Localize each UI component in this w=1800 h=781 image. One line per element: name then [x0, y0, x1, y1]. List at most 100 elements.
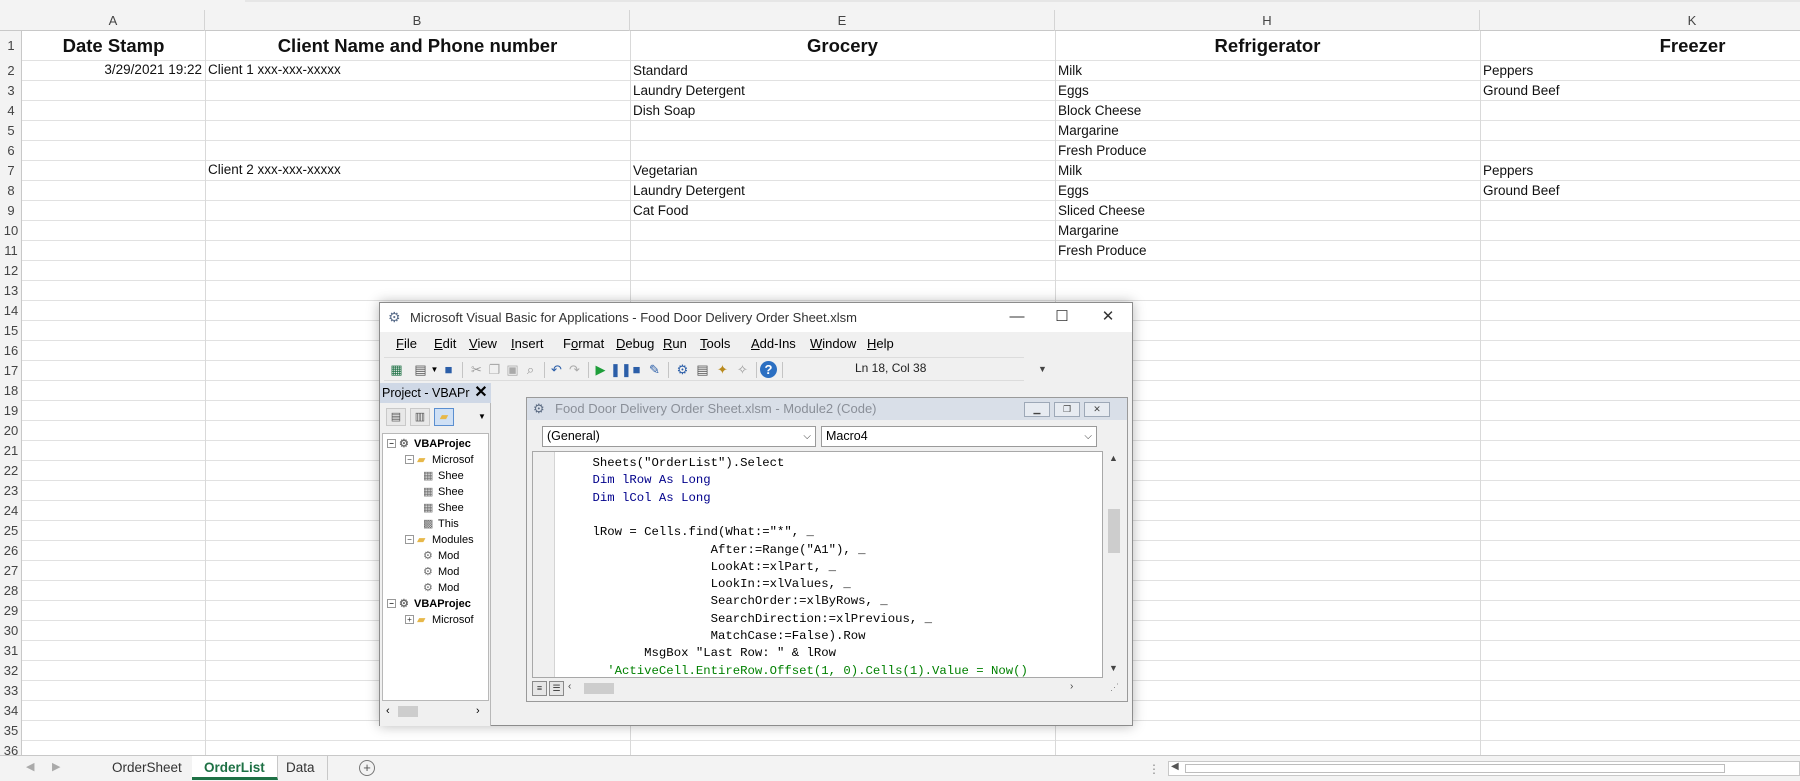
- tree-node-sheet[interactable]: ▦ Shee: [423, 500, 464, 516]
- cell-grocery[interactable]: Standard: [630, 61, 1055, 81]
- collapse-icon[interactable]: −: [387, 439, 396, 448]
- cell-freezer[interactable]: Ground Beef: [1480, 181, 1800, 201]
- row-header[interactable]: 2: [0, 61, 22, 81]
- cell-refrigerator[interactable]: Eggs: [1055, 181, 1480, 201]
- cell-refrigerator[interactable]: Milk: [1055, 161, 1480, 181]
- row-header[interactable]: 36: [0, 741, 22, 755]
- cell-freezer[interactable]: Ground Beef: [1480, 81, 1800, 101]
- cell-grocery[interactable]: Cat Food: [630, 201, 1055, 221]
- collapse-icon[interactable]: −: [405, 455, 414, 464]
- cell-grocery[interactable]: Laundry Detergent: [630, 181, 1055, 201]
- cell-grocery[interactable]: Laundry Detergent: [630, 81, 1055, 101]
- object-browser-icon[interactable]: ✦: [714, 361, 731, 378]
- menu-item[interactable]: File: [396, 336, 417, 351]
- row-header[interactable]: 21: [0, 441, 22, 461]
- pane-grip-icon[interactable]: ▼: [478, 412, 486, 421]
- tab-splitter-handle[interactable]: ⋮: [1148, 762, 1160, 776]
- scroll-up-icon[interactable]: ▲: [1109, 453, 1118, 463]
- row-header[interactable]: 7: [0, 161, 22, 181]
- tree-node-module[interactable]: ⚙ Mod: [423, 564, 459, 580]
- code-line[interactable]: MatchCase:=False).Row: [563, 628, 866, 644]
- row-header[interactable]: 15: [0, 321, 22, 341]
- cell-refrigerator[interactable]: Margarine: [1055, 121, 1480, 141]
- collapse-icon[interactable]: −: [405, 535, 414, 544]
- expand-icon[interactable]: +: [405, 615, 414, 624]
- scroll-right-icon[interactable]: ›: [476, 705, 480, 717]
- column-header-a[interactable]: A: [22, 10, 205, 31]
- code-line[interactable]: SearchOrder:=xlByRows, _: [563, 593, 888, 609]
- tree-node-project[interactable]: − ⚙ VBAProjec: [387, 436, 471, 452]
- cell-refrigerator[interactable]: Margarine: [1055, 221, 1480, 241]
- cell-grocery[interactable]: Dish Soap: [630, 101, 1055, 121]
- code-line[interactable]: LookIn:=xlValues, _: [563, 576, 851, 592]
- break-icon[interactable]: ❚❚: [610, 361, 632, 378]
- row-header[interactable]: 3: [0, 81, 22, 101]
- menu-item[interactable]: Debug: [616, 336, 654, 351]
- view-excel-icon[interactable]: ▦: [388, 361, 405, 378]
- cell-a2[interactable]: 3/29/2021 19:22: [22, 60, 205, 80]
- code-line[interactable]: After:=Range("A1"), _: [563, 542, 866, 558]
- menu-item[interactable]: Insert: [511, 336, 544, 351]
- cell-freezer[interactable]: [1480, 221, 1800, 241]
- column-header-h[interactable]: H: [1055, 10, 1480, 31]
- row-header[interactable]: 1: [0, 31, 22, 61]
- code-line[interactable]: Dim lRow As Long: [563, 472, 711, 488]
- row-header[interactable]: 24: [0, 501, 22, 521]
- column-header-b[interactable]: B: [205, 10, 630, 31]
- tree-node-module[interactable]: ⚙ Mod: [423, 548, 459, 564]
- row-header[interactable]: 23: [0, 481, 22, 501]
- prev-sheet-icon[interactable]: ◀: [26, 760, 34, 773]
- tree-node-sheet[interactable]: ▦ Shee: [423, 484, 464, 500]
- cell-b2[interactable]: Client 1 xxx-xxx-xxxxx: [205, 60, 630, 80]
- cell-refrigerator[interactable]: Sliced Cheese: [1055, 201, 1480, 221]
- toolbox-icon[interactable]: ✧: [734, 361, 751, 378]
- row-header[interactable]: 12: [0, 261, 22, 281]
- procedure-combo[interactable]: Macro4 ⌵: [821, 426, 1097, 447]
- code-line[interactable]: 'ActiveCell.EntireRow.Offset(1, 0).Cells…: [563, 663, 1028, 677]
- scroll-thumb[interactable]: [398, 706, 418, 717]
- tree-node-folder[interactable]: − ▰ Modules: [405, 532, 474, 548]
- scroll-left-icon[interactable]: ‹: [568, 681, 571, 692]
- save-icon[interactable]: ■: [440, 361, 457, 378]
- row-header[interactable]: 18: [0, 381, 22, 401]
- resize-grip-icon[interactable]: ⋰: [1110, 682, 1119, 693]
- project-pane-close-icon[interactable]: ✕: [471, 383, 491, 403]
- close-icon[interactable]: ✕: [1086, 305, 1130, 329]
- menu-item[interactable]: Format: [563, 336, 604, 351]
- cell-freezer[interactable]: Peppers: [1480, 61, 1800, 81]
- cell-freezer[interactable]: Peppers: [1480, 161, 1800, 181]
- margin-indicator-bar[interactable]: [533, 452, 555, 677]
- cell-refrigerator[interactable]: Eggs: [1055, 81, 1480, 101]
- scroll-left-icon[interactable]: ‹: [386, 705, 390, 717]
- code-line[interactable]: MsgBox "Last Row: " & lRow: [563, 645, 836, 661]
- tab-orderlist[interactable]: OrderList: [192, 756, 278, 780]
- toolbar-options-icon[interactable]: ▼: [1038, 357, 1048, 381]
- row-header[interactable]: 30: [0, 621, 22, 641]
- row-header[interactable]: 6: [0, 141, 22, 161]
- header-grocery[interactable]: Grocery: [630, 32, 1055, 60]
- header-refrigerator[interactable]: Refrigerator: [1055, 32, 1480, 60]
- menu-item[interactable]: Window: [810, 336, 856, 351]
- project-explorer-icon[interactable]: ⚙: [674, 361, 691, 378]
- menu-item[interactable]: Edit: [434, 336, 456, 351]
- column-header-k[interactable]: K: [1480, 10, 1800, 31]
- cell-refrigerator[interactable]: Fresh Produce: [1055, 241, 1480, 261]
- find-icon[interactable]: ⌕: [522, 361, 539, 378]
- row-header[interactable]: 9: [0, 201, 22, 221]
- copy-icon[interactable]: ❐: [486, 361, 503, 378]
- sheet-horizontal-scrollbar[interactable]: ◀: [1168, 761, 1800, 776]
- cut-icon[interactable]: ✂: [468, 361, 485, 378]
- row-header[interactable]: 22: [0, 461, 22, 481]
- row-header[interactable]: 5: [0, 121, 22, 141]
- tree-node-workbook[interactable]: ▩ This: [423, 516, 459, 532]
- minimize-icon[interactable]: —: [995, 305, 1039, 329]
- code-minimize-icon[interactable]: ▁: [1024, 402, 1050, 417]
- project-pane-hscroll[interactable]: ‹ ›: [382, 703, 489, 721]
- undo-icon[interactable]: ↶: [548, 361, 565, 378]
- cell-refrigerator[interactable]: Fresh Produce: [1055, 141, 1480, 161]
- full-module-view-icon[interactable]: ☰: [549, 681, 564, 696]
- tab-ordersheet[interactable]: OrderSheet: [100, 756, 195, 780]
- add-sheet-button[interactable]: +: [359, 760, 375, 776]
- code-line[interactable]: lRow = Cells.find(What:="*", _: [563, 524, 814, 540]
- help-icon[interactable]: ?: [760, 361, 777, 378]
